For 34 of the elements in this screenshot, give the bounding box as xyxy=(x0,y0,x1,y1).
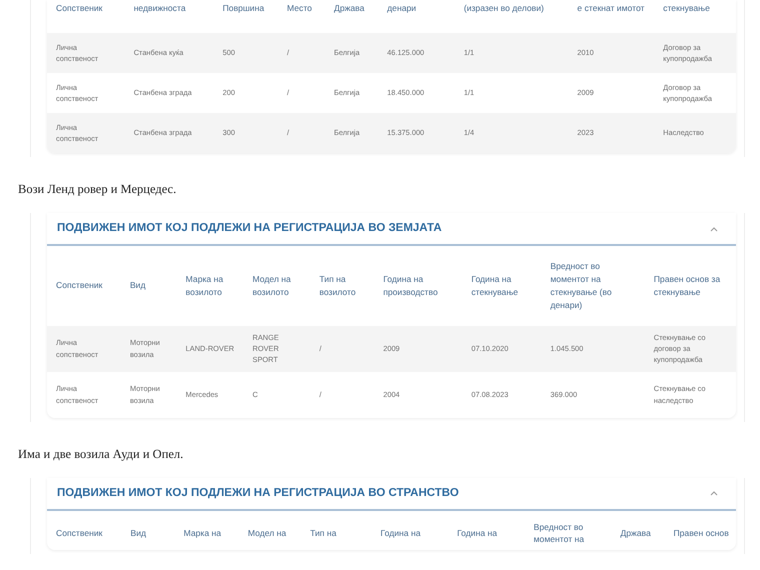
column-header: Правен основ xyxy=(664,510,736,550)
column-header: Место xyxy=(278,0,326,33)
chevron-up-icon[interactable] xyxy=(710,226,718,232)
column-header: Тип на возилото xyxy=(318,272,357,299)
column-header: Година на xyxy=(448,510,525,550)
column-header: Вид xyxy=(128,279,146,292)
column-header: Марка на возилото xyxy=(184,272,224,299)
column-header: недвижноста xyxy=(124,0,214,33)
column-header: е стекнат имотот xyxy=(568,0,654,33)
column-header: Година на стекнување xyxy=(470,272,520,299)
section-title: ПОДВИЖЕН ИМОТ КОЈ ПОДЛЕЖИ НА РЕГИСТРАЦИЈА ВО СТРАНСТВО xyxy=(57,486,459,501)
column-header: Модел на возилото xyxy=(252,272,292,299)
column-header: Вид xyxy=(122,510,175,550)
column-header: Тип на xyxy=(301,510,372,550)
column-header: Модел на xyxy=(238,510,302,550)
column-header: Држава xyxy=(325,0,378,33)
column-header: Држава xyxy=(611,510,664,550)
column-header: Сопственик xyxy=(47,510,122,550)
column-header: Година на xyxy=(372,510,448,550)
chevron-up-icon[interactable] xyxy=(710,491,718,496)
column-header: Правен основ за стекнување xyxy=(652,272,722,299)
column-header: Површина xyxy=(214,0,278,33)
column-header: денари xyxy=(378,0,455,33)
paragraph-text: Има и две возила Ауди и Опел. xyxy=(17,446,184,463)
column-header: Сопственик xyxy=(47,0,125,33)
column-header: Марка на xyxy=(174,510,239,550)
column-header: стекнување xyxy=(654,0,736,33)
column-header: (изразен во делови) xyxy=(454,0,568,33)
column-header: Вредност во моментот на стекнување (во денари) xyxy=(549,260,613,312)
paragraph-text: Вози Ленд ровер и Мерцедес. xyxy=(17,180,178,198)
column-header: Сопственик xyxy=(55,279,104,292)
column-header: Вредност во моментот на xyxy=(524,510,612,550)
column-header: Година на производство xyxy=(382,272,439,299)
section-title: ПОДВИЖЕН ИМОТ КОЈ ПОДЛЕЖИ НА РЕГИСТРАЦИЈА ВО ЗЕМЈАТА xyxy=(57,222,442,236)
